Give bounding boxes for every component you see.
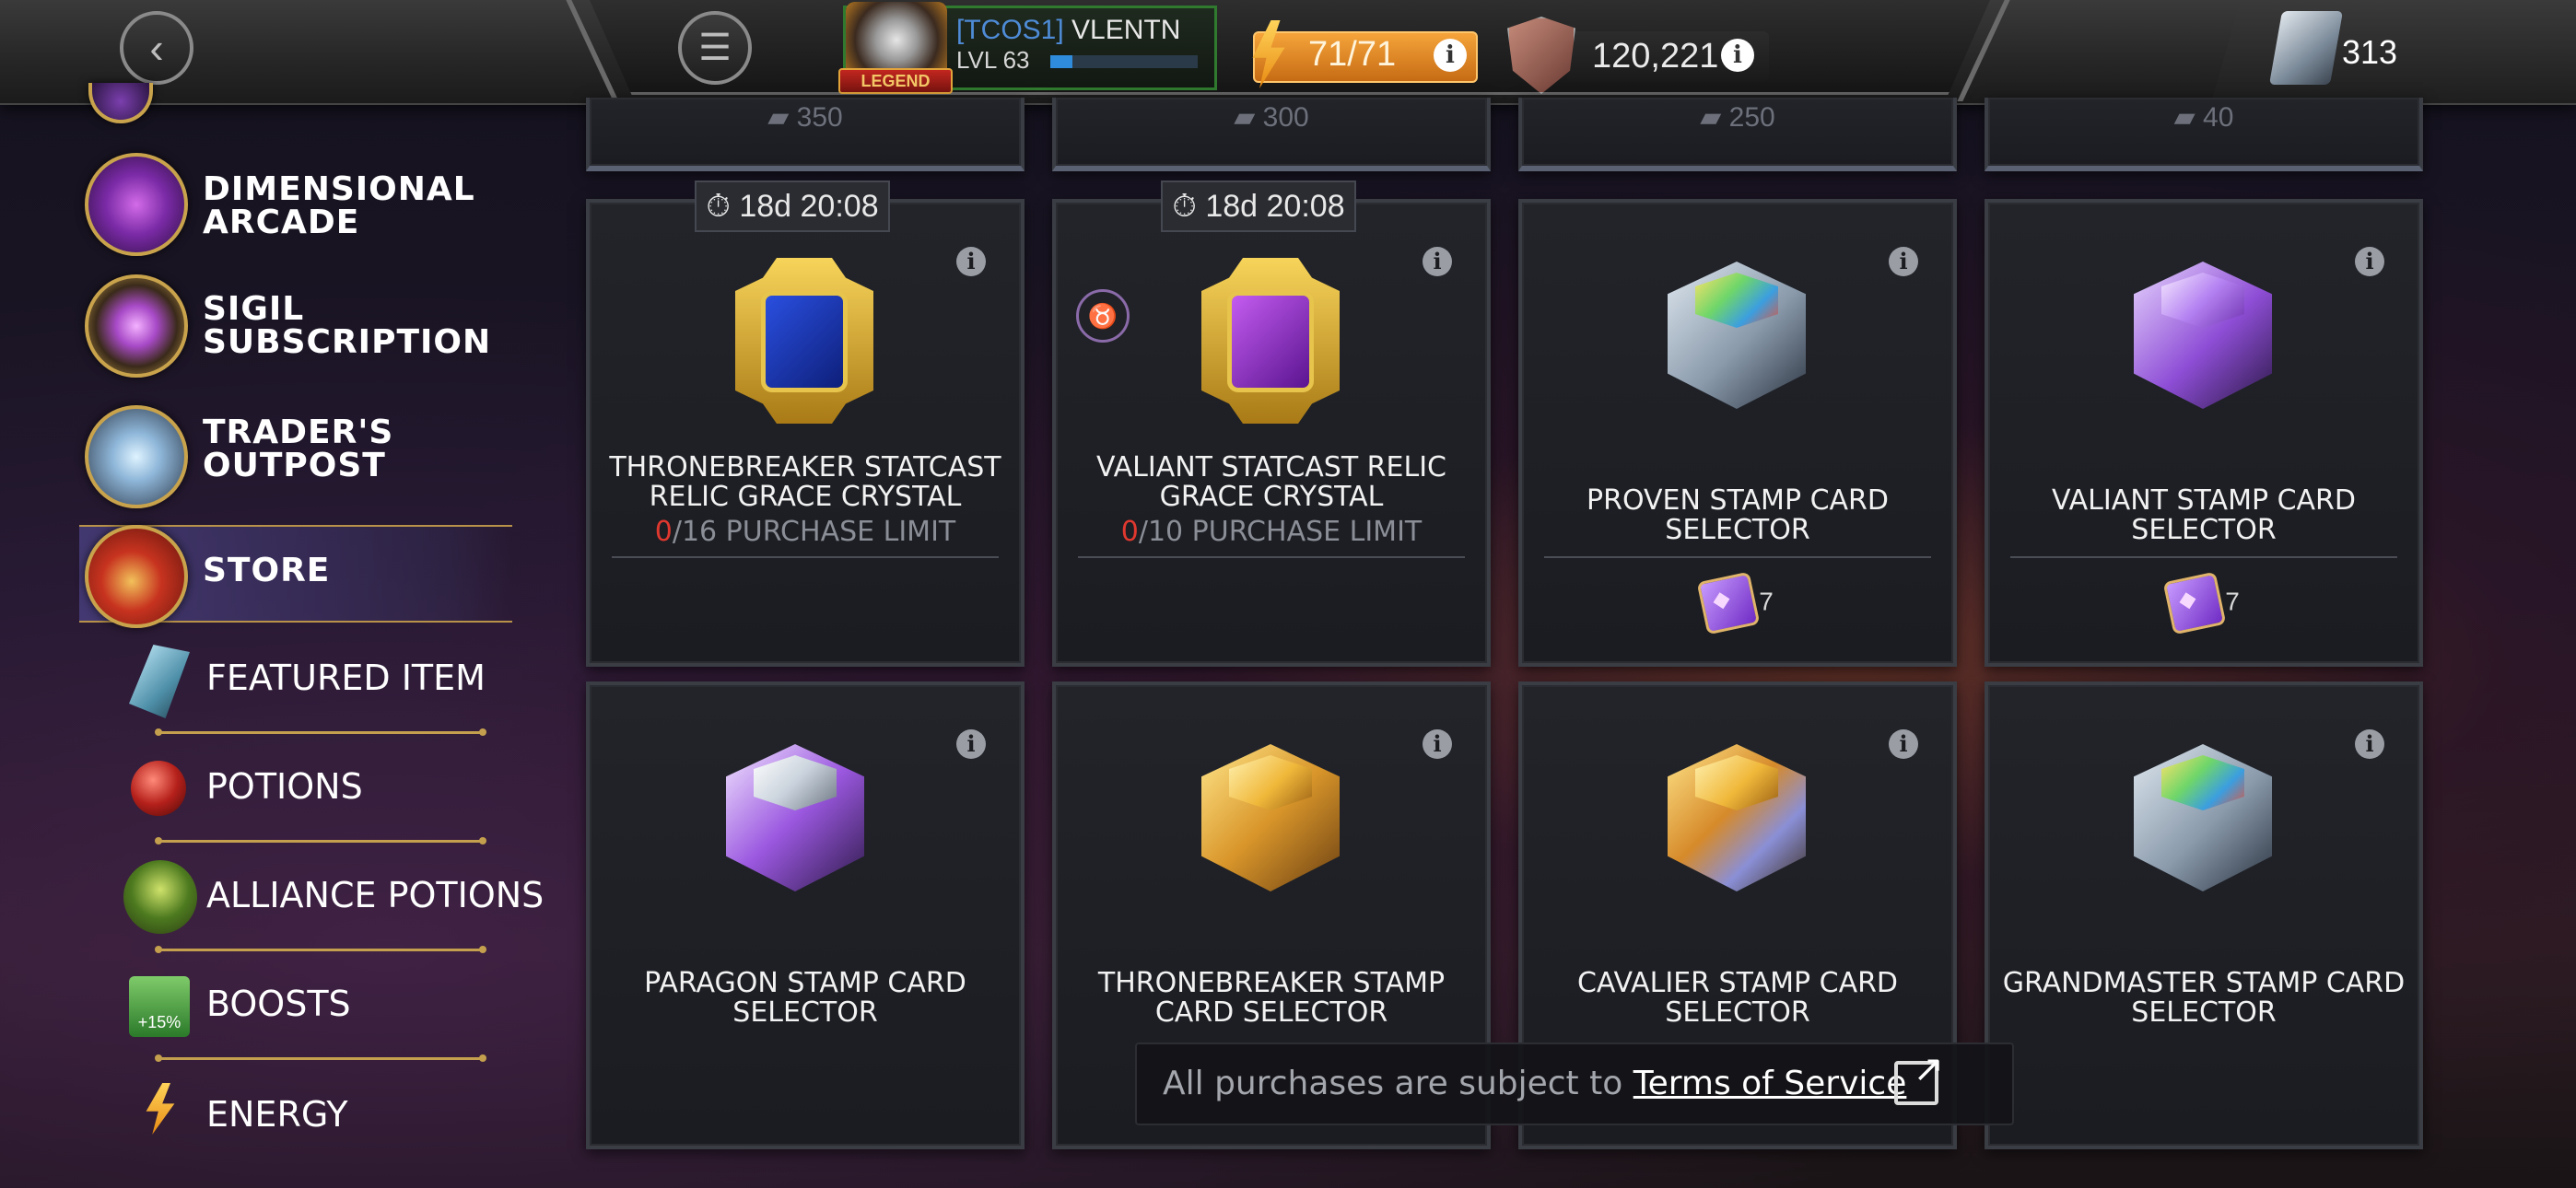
card-title: THRONEBREAKER STAMP CARD SELECTOR	[1097, 967, 1446, 1029]
crystal-icon[interactable]	[85, 405, 188, 508]
countdown-timer: ⏱ 18d 20:08	[695, 181, 890, 232]
units-value: 313	[2342, 33, 2398, 71]
energy-info-icon[interactable]: i	[1434, 39, 1467, 72]
prestige-value: 120,221	[1592, 37, 1719, 76]
store-card-partial[interactable]: ▰ 350	[586, 98, 1025, 171]
partial-sidebar-icon[interactable]	[88, 83, 153, 123]
external-link-icon[interactable]	[1894, 1048, 1944, 1105]
sidebar-subitem-featured-item[interactable]: FEATURED ITEM	[206, 658, 486, 698]
terms-of-service-link[interactable]: Terms of Service	[1633, 1065, 1907, 1102]
divider	[155, 1054, 486, 1062]
card-title: VALIANT STATCAST RELIC GRACE CRYSTAL	[1096, 451, 1446, 513]
alliance-tag: [TCOS1]	[956, 15, 1064, 45]
card-title: PROVEN STAMP CARD SELECTOR	[1587, 484, 1889, 546]
boost-badge: +15%	[137, 1013, 181, 1031]
store-card[interactable]: i THRONEBREAKER STATCAST RELIC GRACE CRYS…	[586, 199, 1025, 667]
store-card-partial[interactable]: ▰ 300	[1052, 98, 1491, 171]
store-card[interactable]: i VALIANT STAMP CARDSELECTOR 7	[1985, 199, 2423, 667]
alliance-potion-icon	[123, 860, 197, 934]
store-card[interactable]: i PARAGON STAMP CARD SELECTOR	[586, 681, 1025, 1149]
terms-banner: All purchases are subject to Terms of Se…	[1135, 1042, 2014, 1125]
info-icon[interactable]: i	[1423, 729, 1452, 759]
info-icon[interactable]: i	[1423, 247, 1452, 276]
card-price: ▰ 250	[1700, 102, 1775, 133]
units-icon[interactable]	[2268, 11, 2344, 85]
card-price: ▰ 350	[767, 102, 843, 133]
sidebar-item-traders-outpost[interactable]: TRADER'S OUTPOST	[203, 416, 393, 483]
info-icon[interactable]: i	[2355, 247, 2384, 276]
featured-item-icon	[129, 645, 190, 718]
store-icon[interactable]	[85, 525, 188, 628]
info-icon[interactable]: i	[956, 729, 986, 759]
store-card[interactable]: i GRANDMASTER STAMP CARD SELECTOR	[1985, 681, 2423, 1149]
store-card[interactable]: i ♉ VALIANT STATCAST RELIC GRACE CRYSTAL …	[1052, 199, 1491, 667]
menu-button[interactable]: ☰	[678, 11, 752, 85]
card-price: 7	[1988, 571, 2419, 635]
card-price: ▰ 40	[2173, 102, 2234, 133]
card-title: VALIANT STAMP CARD SELECTOR	[2052, 484, 2356, 546]
info-icon[interactable]: i	[1889, 729, 1918, 759]
relic-core	[761, 291, 848, 392]
divider	[2010, 556, 2397, 558]
store-card-partial[interactable]: ▰ 40	[1985, 98, 2423, 171]
sidebar-item-label: ARCADE	[203, 204, 360, 241]
card-price: ▰ 300	[1234, 102, 1309, 133]
sidebar-subitem-alliance-potions[interactable]: ALLIANCE POTIONS	[206, 875, 544, 915]
divider	[1078, 556, 1465, 558]
divider	[155, 837, 486, 844]
card-price: 7	[1522, 571, 1953, 635]
divider	[612, 556, 999, 558]
sidebar-subitem-boosts[interactable]: BOOSTS	[206, 984, 351, 1024]
store-card[interactable]: i PROVEN STAMP CARDSELECTOR 7	[1518, 199, 1957, 667]
sidebar-item-label: SIGIL	[203, 290, 305, 328]
energy-value: 71/71	[1308, 35, 1397, 74]
dimensional-arcade-icon[interactable]	[85, 153, 188, 256]
sidebar-item-label: OUTPOST	[203, 447, 386, 484]
purchase-limit: 0/10 PURCHASE LIMIT	[1120, 516, 1423, 548]
sidebar-subitem-potions[interactable]: POTIONS	[206, 766, 363, 807]
sidebar-item-label: DIMENSIONAL	[203, 170, 475, 208]
info-icon[interactable]: i	[956, 247, 986, 276]
sidebar-subitem-energy[interactable]: ENERGY	[206, 1094, 348, 1135]
divider	[155, 728, 486, 736]
sidebar-item-label: SUBSCRIPTION	[203, 323, 492, 361]
divider	[155, 946, 486, 953]
terms-text: All purchases are subject to Terms of Se…	[1163, 1065, 1907, 1102]
sidebar-item-sigil-subscription[interactable]: SIGIL SUBSCRIPTION	[203, 293, 491, 359]
level-progress-fill	[1050, 55, 1072, 68]
purchase-limit: 0/16 PURCHASE LIMIT	[654, 516, 956, 548]
store-card-partial[interactable]: ▰ 250	[1518, 98, 1957, 171]
legend-badge: LEGEND	[838, 68, 953, 94]
sidebar-item-label: TRADER'S	[203, 413, 394, 451]
back-button[interactable]: ‹	[120, 11, 193, 85]
card-title: THRONEBREAKER STATCAST RELIC GRACE CRYSTA…	[609, 451, 1001, 513]
potion-icon	[131, 761, 186, 816]
hamburger-menu-icon: ☰	[698, 28, 732, 68]
info-icon[interactable]: i	[1889, 247, 1918, 276]
sigil-icon[interactable]	[85, 274, 188, 378]
prestige-info-icon[interactable]: i	[1721, 39, 1754, 72]
card-title: GRANDMASTER STAMP CARD SELECTOR	[2002, 967, 2406, 1029]
countdown-timer: ⏱ 18d 20:08	[1161, 181, 1356, 232]
sidebar-item-dimensional-arcade[interactable]: DIMENSIONAL ARCADE	[203, 173, 475, 239]
energy-icon	[146, 1083, 175, 1135]
player-name: [TCOS1] VLENTN	[956, 15, 1180, 46]
boost-icon: +15%	[129, 976, 190, 1037]
sidebar-item-store[interactable]: STORE	[203, 554, 330, 588]
info-icon[interactable]: i	[2355, 729, 2384, 759]
relic-core	[1227, 291, 1314, 392]
level-progress-bar	[1050, 55, 1198, 68]
divider	[1544, 556, 1931, 558]
stamp-ticket-icon	[2162, 571, 2227, 635]
card-title: CAVALIER STAMP CARD SELECTOR	[1576, 967, 1899, 1029]
player-level: LVL 63	[956, 46, 1030, 74]
card-title: PARAGON STAMP CARD SELECTOR	[644, 967, 966, 1029]
stamp-ticket-icon	[1696, 571, 1761, 635]
player-name-text: VLENTN	[1071, 15, 1181, 45]
back-arrow-icon: ‹	[149, 24, 164, 72]
class-icon: ♉	[1076, 289, 1130, 343]
